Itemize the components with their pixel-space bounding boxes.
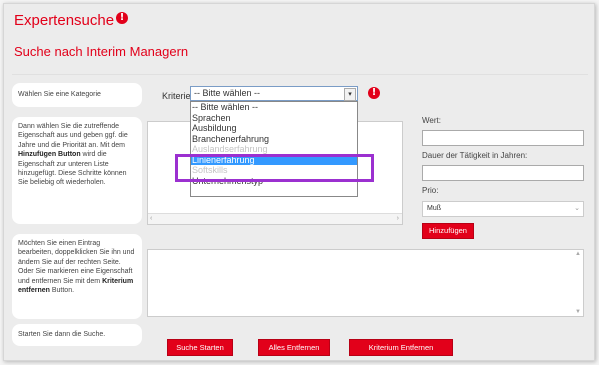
add-button[interactable]: Hinzufügen: [422, 223, 474, 239]
remove-all-button[interactable]: Alles Entfernen: [258, 339, 330, 356]
chevron-down-icon[interactable]: ⌄: [574, 202, 580, 216]
dropdown-option[interactable]: Auslandserfahrung: [191, 144, 357, 155]
priority-select[interactable]: Muß ⌄: [422, 201, 584, 217]
horizontal-scrollbar[interactable]: ‹ ›: [148, 213, 402, 224]
dropdown-option[interactable]: Ausbildung: [191, 123, 357, 134]
instruction-step-1: Wählen Sie eine Kategorie: [12, 83, 142, 107]
scroll-left-icon[interactable]: ‹: [150, 214, 152, 224]
criteria-info-icon[interactable]: !: [368, 87, 380, 99]
scroll-right-icon[interactable]: ›: [397, 214, 399, 224]
scroll-up-icon[interactable]: ▲: [575, 251, 581, 257]
page-title: Expertensuche!: [14, 12, 129, 29]
criteria-dropdown-list[interactable]: -- Bitte wählen -- Sprachen Ausbildung B…: [190, 101, 358, 197]
scroll-down-icon[interactable]: ▼: [575, 309, 581, 315]
divider: [12, 74, 588, 75]
selected-criteria-list[interactable]: ▲ ▼: [147, 249, 584, 317]
search-button[interactable]: Suche Starten: [167, 339, 233, 356]
instruction-step-4: Starten Sie dann die Suche.: [12, 324, 142, 346]
instruction-step-2: Dann wählen Sie die zutreffende Eigensch…: [12, 117, 142, 224]
value-label: Wert:: [422, 116, 441, 125]
chevron-down-icon[interactable]: ▾: [344, 88, 356, 101]
expert-search-panel: Expertensuche! Suche nach Interim Manage…: [3, 3, 595, 361]
duration-label: Dauer der Tätigkeit in Jahren:: [422, 151, 528, 160]
instruction-step-3: Möchten Sie einen Eintrag bearbeiten, do…: [12, 234, 142, 319]
remove-criterion-button[interactable]: Kriterium Entfernen: [349, 339, 453, 356]
dropdown-option[interactable]: Branchenerfahrung: [191, 134, 357, 145]
dropdown-option[interactable]: Sprachen: [191, 113, 357, 124]
value-input[interactable]: [422, 130, 584, 146]
page-subtitle: Suche nach Interim Managern: [14, 44, 189, 59]
criteria-select[interactable]: -- Bitte wählen -- ▾: [190, 86, 358, 101]
duration-input[interactable]: [422, 165, 584, 181]
annotation-highlight-box: [175, 154, 374, 182]
priority-label: Prio:: [422, 186, 439, 195]
info-icon[interactable]: !: [116, 12, 129, 24]
dropdown-option[interactable]: -- Bitte wählen --: [191, 102, 357, 113]
